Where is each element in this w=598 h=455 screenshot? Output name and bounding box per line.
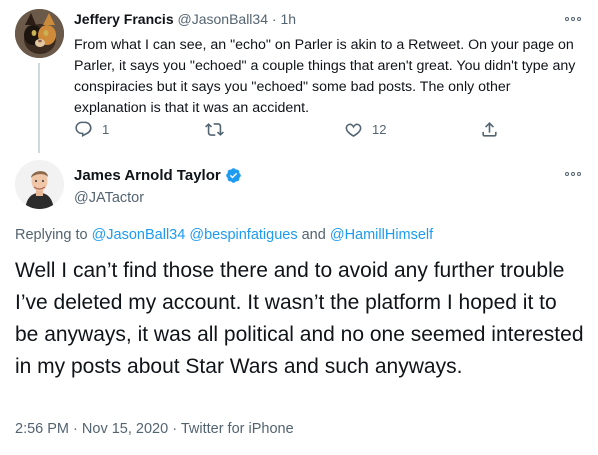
- tweet1-author-name[interactable]: Jeffery Francis: [74, 11, 174, 27]
- tweet2-time[interactable]: 2:56 PM: [15, 421, 69, 437]
- tweet2-author[interactable]: James Arnold Taylor: [74, 167, 242, 184]
- reply-count: 1: [102, 122, 110, 137]
- tweet2-handle[interactable]: @JATactor: [74, 190, 144, 206]
- tweet1-more-icon[interactable]: [563, 15, 583, 23]
- heart-icon: [345, 123, 362, 137]
- like-button[interactable]: 12: [344, 120, 386, 139]
- tweet1-header: Jeffery Francis @JasonBall34 · 1h: [74, 11, 296, 27]
- tweet1-separator: ·: [271, 11, 277, 27]
- like-count: 12: [372, 122, 387, 137]
- reply-button[interactable]: 1: [74, 120, 109, 139]
- tweet2-author-name[interactable]: James Arnold Taylor: [74, 167, 221, 184]
- tweet1-text: From what I can see, an "echo" on Parler…: [74, 37, 576, 116]
- tweet2-text: Well I can’t find those there and to avo…: [15, 259, 584, 378]
- replying-to-prefix: Replying to: [15, 227, 88, 243]
- tweet2-meta-dot: ·: [73, 421, 78, 437]
- share-icon: [482, 122, 497, 137]
- verified-badge-icon: [225, 168, 241, 183]
- replying-to-and: and: [301, 227, 326, 243]
- person-avatar-icon: [15, 160, 64, 209]
- tweet1-time[interactable]: 1h: [280, 11, 296, 27]
- reply-to-link-2[interactable]: @bespinfatigues: [189, 227, 297, 243]
- tweet2-meta-dot-2: ·: [172, 421, 178, 437]
- reply-to-link-1[interactable]: @JasonBall34: [92, 227, 186, 243]
- tweet2-metadata: 2:56 PM · Nov 15, 2020 · Twitter for iPh…: [15, 421, 294, 437]
- thread-connector-line: [38, 63, 40, 153]
- reply-icon: [75, 121, 92, 138]
- tweet1-avatar[interactable]: [15, 9, 64, 58]
- tweet2-date[interactable]: Nov 15, 2020: [82, 421, 168, 437]
- replying-to-line: Replying to @JasonBall34 @bespinfatigues…: [15, 227, 433, 243]
- retweet-button[interactable]: [205, 120, 224, 139]
- tweet2-avatar[interactable]: [15, 160, 64, 209]
- tweet2-more-icon[interactable]: [563, 170, 583, 178]
- retweet-icon: [205, 123, 224, 136]
- tweet1-action-bar: 1 12: [74, 120, 594, 140]
- tweet2-source[interactable]: Twitter for iPhone: [181, 421, 294, 437]
- reply-to-link-3[interactable]: @HamillHimself: [330, 227, 433, 243]
- share-button[interactable]: [480, 120, 499, 139]
- tweet1-handle[interactable]: @JasonBall34: [178, 11, 269, 27]
- cat-avatar-icon: [15, 9, 64, 58]
